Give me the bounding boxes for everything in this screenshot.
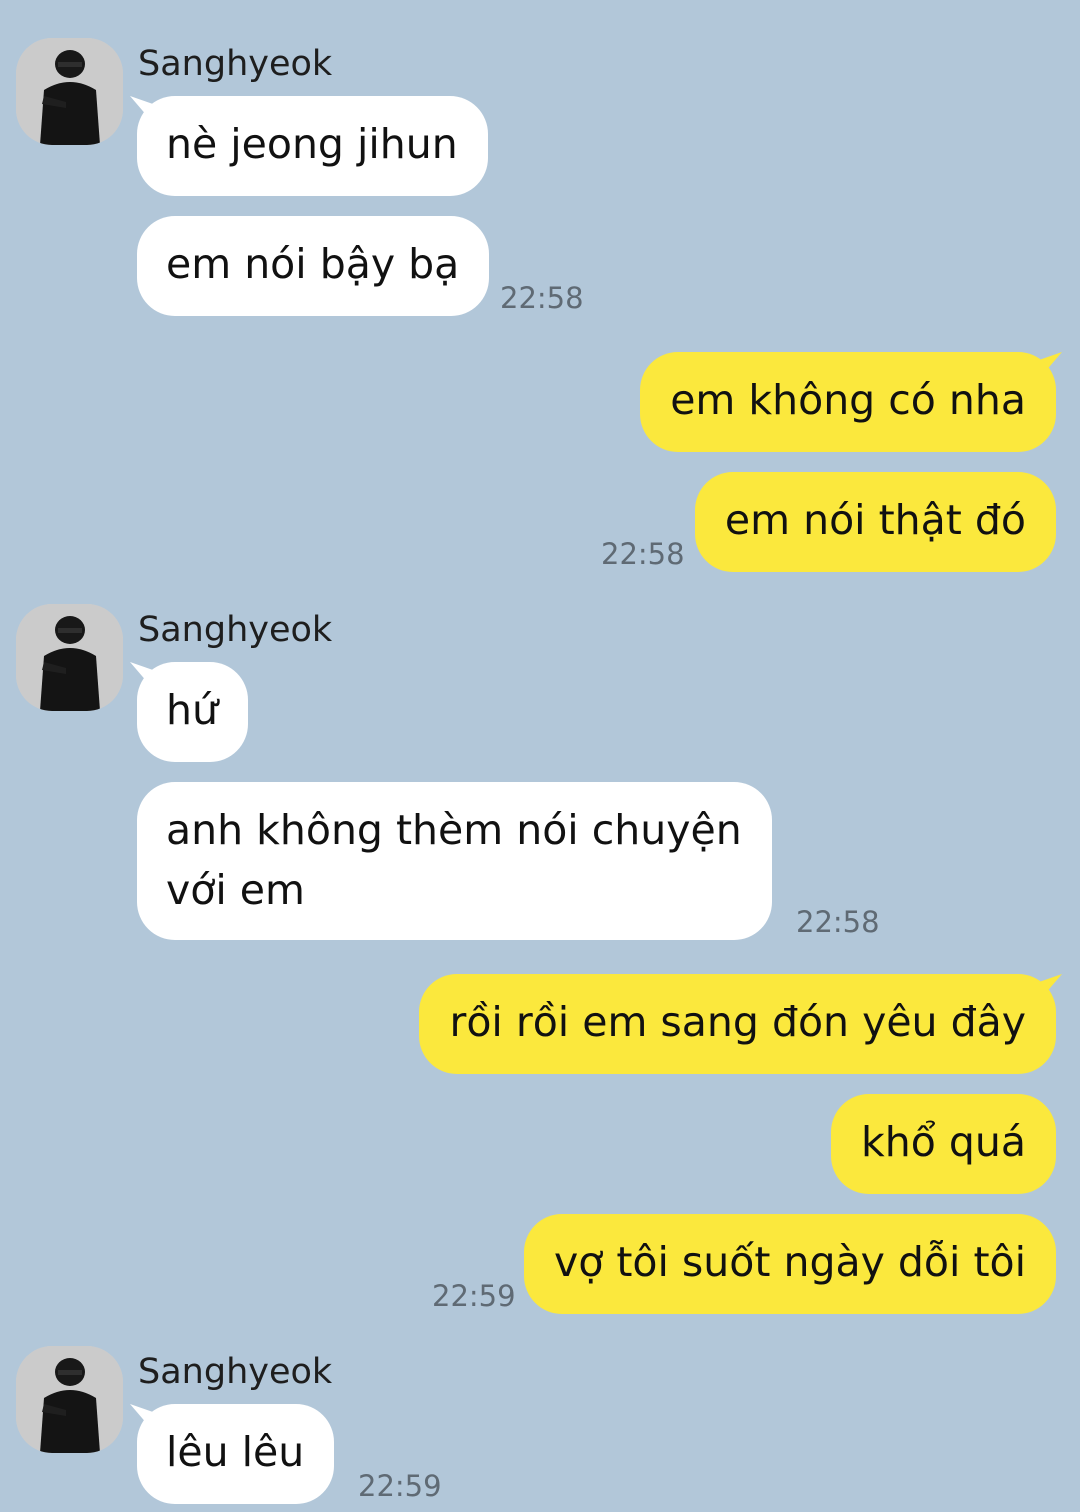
sender-avatar[interactable]	[16, 1346, 123, 1453]
message-bubble[interactable]: em nói bậy bạ	[137, 216, 490, 316]
message-line: anh không thèm nói chuyện	[166, 806, 742, 854]
avatar-photo	[16, 1346, 123, 1453]
avatar-photo	[16, 38, 123, 145]
message-bubble[interactable]: nè jeong jihun	[137, 96, 488, 196]
sender-avatar[interactable]	[16, 604, 123, 711]
message-line: với em	[166, 866, 305, 914]
message-bubble[interactable]: vợ tôi suốt ngày dỗi tôi	[523, 1214, 1056, 1314]
message-bubble[interactable]: lêu lêu	[137, 1404, 335, 1504]
message-timestamp: 22:58	[796, 905, 880, 939]
message-bubble[interactable]: em không có nha	[640, 352, 1056, 452]
avatar-photo	[16, 604, 123, 711]
message-timestamp: 22:59	[432, 1279, 516, 1313]
message-timestamp: 22:58	[601, 537, 685, 571]
message-bubble[interactable]: khổ quá	[831, 1094, 1056, 1194]
sender-name: Sanghyeok	[138, 610, 333, 650]
message-timestamp: 22:58	[500, 281, 584, 315]
sender-name: Sanghyeok	[138, 44, 333, 84]
message-bubble[interactable]: em nói thật đó	[694, 472, 1056, 572]
message-bubble[interactable]: anh không thèm nói chuyện với em	[137, 782, 772, 940]
message-timestamp: 22:59	[358, 1469, 442, 1503]
message-bubble[interactable]: hứ	[137, 662, 248, 762]
message-bubble[interactable]: rồi rồi em sang đón yêu đây	[419, 974, 1056, 1074]
sender-avatar[interactable]	[16, 38, 123, 145]
sender-name: Sanghyeok	[138, 1352, 333, 1392]
